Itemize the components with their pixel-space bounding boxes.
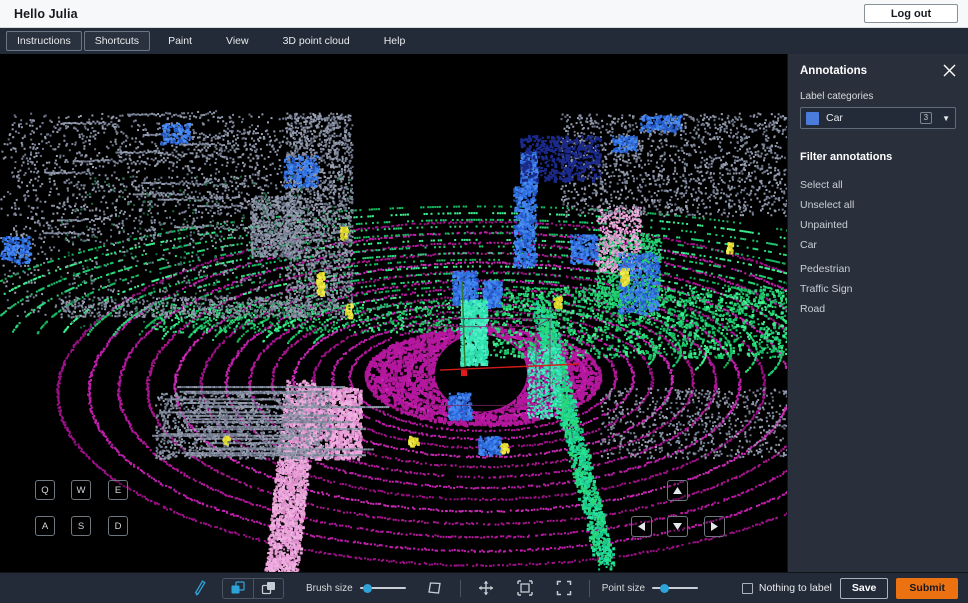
ego-origin-marker	[461, 370, 467, 376]
keycap-label: D	[115, 521, 122, 532]
slider-knob[interactable]	[363, 584, 372, 593]
toolbar-right-group: Nothing to label Save Submit	[742, 578, 960, 599]
toolbar-left-group: Brush size	[0, 577, 698, 600]
fullscreen-icon	[556, 580, 572, 596]
annotations-panel-header: Annotations	[800, 64, 956, 77]
keycap-d[interactable]: D	[108, 516, 128, 536]
point-size-slider[interactable]	[652, 582, 698, 594]
filter-annotations-title: Filter annotations	[800, 151, 956, 163]
menu-item-paint[interactable]: Paint	[158, 32, 202, 50]
polygon-tool-button[interactable]	[422, 577, 448, 600]
menu-bar: Instructions Shortcuts Paint View 3D poi…	[0, 28, 968, 54]
remove-from-selection-icon	[261, 581, 277, 595]
main-area: Q W E A S D Annotations	[0, 54, 968, 572]
keycap-label: W	[77, 485, 86, 496]
filter-item-pedestrian[interactable]: Pedestrian	[800, 259, 956, 279]
nothing-to-label-checkbox[interactable]: Nothing to label	[742, 582, 832, 594]
point-cloud-viewport[interactable]: Q W E A S D	[0, 54, 787, 572]
category-color-swatch	[806, 112, 819, 125]
triangle-left-icon	[637, 521, 646, 532]
filter-item-unselect-all[interactable]: Unselect all	[800, 195, 956, 215]
keycap-q[interactable]: Q	[35, 480, 55, 500]
move-pan-icon	[478, 580, 494, 596]
toolbar-divider-2	[589, 580, 590, 597]
triangle-up-icon	[672, 486, 683, 495]
keycap-label: S	[78, 521, 84, 532]
greeting-text: Hello Julia	[14, 7, 78, 21]
nav-down-button[interactable]	[667, 516, 688, 537]
filter-item-traffic-sign[interactable]: Traffic Sign	[800, 279, 956, 299]
keycap-s[interactable]: S	[71, 516, 91, 536]
pan-tool-button[interactable]	[473, 577, 499, 600]
keycap-label: E	[115, 485, 121, 496]
keycap-a[interactable]: A	[35, 516, 55, 536]
lidar-annotation-app: Hello Julia Log out Instructions Shortcu…	[0, 0, 968, 603]
submit-button[interactable]: Submit	[896, 578, 958, 599]
nav-left-button[interactable]	[631, 516, 652, 537]
keycap-label: A	[42, 521, 48, 532]
close-panel-button[interactable]	[943, 64, 956, 77]
keycap-w[interactable]: W	[71, 480, 91, 500]
logout-button[interactable]: Log out	[864, 4, 958, 23]
triangle-right-icon	[710, 521, 719, 532]
category-name: Car	[826, 112, 913, 124]
checkbox-box[interactable]	[742, 583, 753, 594]
menu-item-help[interactable]: Help	[374, 32, 416, 50]
selection-mode-toggle-group	[222, 578, 284, 599]
toolbar-divider	[460, 580, 461, 597]
filter-item-select-all[interactable]: Select all	[800, 175, 956, 195]
point-size-control: Point size	[602, 582, 698, 594]
zoom-to-fit-icon	[517, 580, 533, 596]
save-button[interactable]: Save	[840, 578, 889, 599]
nav-up-button[interactable]	[667, 480, 688, 501]
brush-size-control: Brush size	[306, 582, 406, 594]
menu-item-shortcuts[interactable]: Shortcuts	[84, 31, 150, 51]
chevron-down-icon: ▼	[942, 114, 950, 123]
brush-size-slider[interactable]	[360, 582, 406, 594]
point-size-label: Point size	[602, 583, 645, 594]
nothing-to-label-text: Nothing to label	[759, 582, 832, 594]
category-shortcut-badge: 3	[920, 112, 932, 125]
menu-item-3d-point-cloud[interactable]: 3D point cloud	[273, 32, 360, 50]
remove-from-selection-button[interactable]	[253, 579, 283, 598]
nav-right-button[interactable]	[704, 516, 725, 537]
top-header: Hello Julia Log out	[0, 0, 968, 28]
bottom-toolbar: Brush size	[0, 572, 968, 603]
add-to-selection-button[interactable]	[223, 579, 253, 598]
brush-size-label: Brush size	[306, 583, 353, 594]
zoom-to-fit-button[interactable]	[512, 577, 538, 600]
fullscreen-button[interactable]	[551, 577, 577, 600]
label-categories-title: Label categories	[800, 91, 956, 102]
brush-tool-button[interactable]	[186, 577, 212, 600]
filter-item-unpainted[interactable]: Unpainted	[800, 215, 956, 235]
annotations-panel: Annotations Label categories Car 3 ▼ Fil…	[787, 54, 968, 572]
polygon-lasso-icon	[427, 580, 443, 596]
menu-item-instructions[interactable]: Instructions	[6, 31, 82, 51]
filter-annotations-list: Select all Unselect all Unpainted Car Pe…	[800, 175, 956, 319]
slider-track	[652, 587, 698, 589]
brush-pen-icon	[192, 580, 207, 597]
triangle-down-icon	[672, 522, 683, 531]
slider-knob[interactable]	[660, 584, 669, 593]
add-to-selection-icon	[230, 581, 246, 595]
filter-item-car[interactable]: Car	[800, 235, 956, 255]
panel-title: Annotations	[800, 65, 867, 77]
label-category-select[interactable]: Car 3 ▼	[800, 107, 956, 129]
keycap-label: Q	[41, 485, 48, 496]
close-icon	[943, 64, 956, 77]
keycap-e[interactable]: E	[108, 480, 128, 500]
menu-item-view[interactable]: View	[216, 32, 259, 50]
filter-item-road[interactable]: Road	[800, 299, 956, 319]
